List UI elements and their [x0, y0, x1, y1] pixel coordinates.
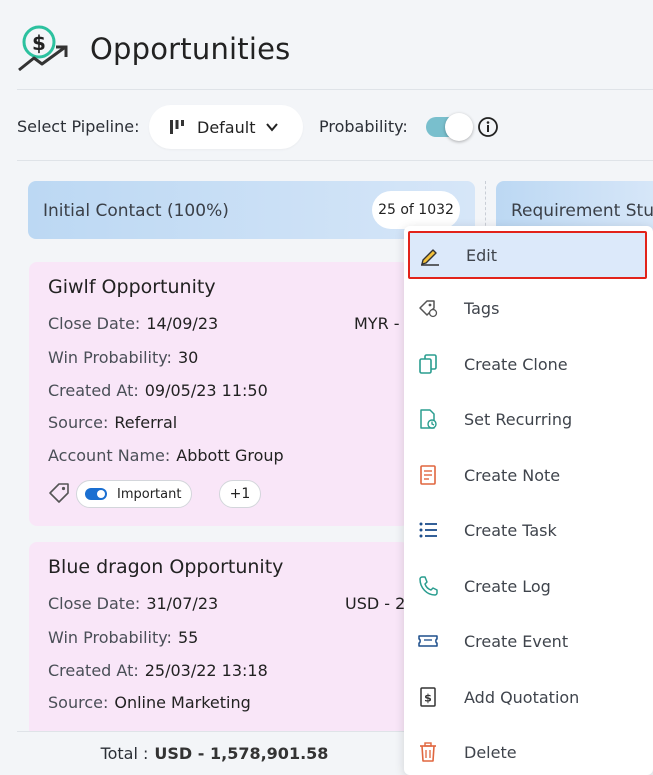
- menu-item-label: Tags: [464, 298, 500, 318]
- ticket-icon: [418, 635, 438, 647]
- opportunities-logo-icon: $: [18, 25, 68, 72]
- toggle-knob: [445, 113, 473, 141]
- pipeline-select[interactable]: Default: [149, 105, 303, 149]
- menu-item-create-log[interactable]: Create Log: [404, 562, 653, 610]
- menu-item-label: Create Log: [464, 576, 551, 596]
- svg-text:$: $: [424, 692, 432, 705]
- phone-icon: [419, 576, 438, 596]
- win-probability-row: Win Probability: 30: [48, 348, 199, 367]
- probability-toggle[interactable]: [426, 113, 473, 141]
- clone-icon: [419, 354, 437, 374]
- account-name-row: Account Name: Abbott Group: [48, 446, 284, 465]
- source-row: Source: Online Marketing: [48, 693, 251, 712]
- column-count-badge: 25 of 1032: [372, 191, 460, 229]
- card-context-menu: Edit Tags Create Clone Set Recurring Cre…: [404, 226, 653, 775]
- menu-item-create-event[interactable]: Create Event: [404, 617, 653, 665]
- tags-icon: [419, 300, 438, 318]
- opportunity-card[interactable]: Giwlf Opportunity Close Date: 14/09/23 MY…: [29, 262, 409, 526]
- menu-item-label: Create Clone: [464, 354, 568, 374]
- probability-label: Probability:: [319, 117, 408, 136]
- created-at-row: Created At: 25/03/22 13:18: [48, 661, 268, 680]
- created-at-row: Created At: 09/05/23 11:50: [48, 381, 268, 400]
- note-icon: [420, 465, 436, 485]
- total-value: USD - 1,578,901.58: [154, 744, 329, 763]
- quotation-icon: $: [420, 687, 436, 707]
- menu-item-label: Edit: [466, 245, 497, 265]
- menu-item-label: Add Quotation: [464, 687, 580, 707]
- menu-item-label: Delete: [464, 742, 517, 762]
- close-date-row: Close Date: 14/09/23: [48, 314, 219, 333]
- opportunity-card[interactable]: Blue dragon Opportunity Close Date: 31/07…: [29, 542, 409, 742]
- menu-item-create-clone[interactable]: Create Clone: [404, 340, 653, 388]
- close-date-row: Close Date: 31/07/23: [48, 594, 219, 613]
- menu-item-add-quotation[interactable]: $ Add Quotation: [404, 673, 653, 721]
- card-amount: USD - 2: [345, 594, 406, 613]
- tag-toggle-icon: [85, 488, 107, 500]
- menu-item-label: Create Event: [464, 631, 569, 651]
- menu-item-label: Set Recurring: [464, 409, 573, 429]
- menu-item-delete[interactable]: Delete: [404, 728, 653, 775]
- column-separator: [485, 181, 486, 231]
- menu-item-edit[interactable]: Edit: [408, 231, 647, 279]
- tag-icon: [49, 483, 69, 503]
- more-tags-button[interactable]: +1: [219, 480, 261, 508]
- pipeline-selected-value: Default: [197, 117, 256, 137]
- tag-label: Important: [117, 486, 182, 502]
- task-icon: [419, 522, 437, 538]
- win-probability-row: Win Probability: 55: [48, 628, 199, 647]
- menu-item-tags[interactable]: Tags: [404, 284, 653, 332]
- column-name: Initial Contact (100%): [43, 201, 229, 221]
- tag-important[interactable]: Important: [76, 480, 193, 508]
- menu-item-create-task[interactable]: Create Task: [404, 506, 653, 554]
- trash-icon: [420, 742, 436, 762]
- svg-text:$: $: [32, 31, 46, 55]
- source-row: Source: Referral: [48, 413, 178, 432]
- menu-item-label: Create Task: [464, 520, 557, 540]
- card-title: Blue dragon Opportunity: [48, 556, 284, 578]
- header-divider: [17, 89, 653, 90]
- pipeline-label: Select Pipeline:: [17, 117, 140, 136]
- total-footer: Total : USD - 1,578,901.58: [17, 731, 412, 775]
- toolbar-divider: [17, 160, 653, 161]
- pipeline-icon: [170, 120, 184, 134]
- card-amount: MYR -: [354, 314, 400, 333]
- pencil-icon: [421, 249, 439, 266]
- menu-item-label: Create Note: [464, 465, 561, 485]
- total-label: Total :: [100, 744, 149, 763]
- menu-item-set-recurring[interactable]: Set Recurring: [404, 395, 653, 443]
- page-title: Opportunities: [90, 32, 291, 66]
- info-icon[interactable]: [477, 116, 499, 138]
- chevron-down-icon: [266, 123, 279, 132]
- menu-item-create-note[interactable]: Create Note: [404, 451, 653, 499]
- page-header: $ Opportunities: [0, 0, 653, 100]
- card-title: Giwlf Opportunity: [48, 276, 216, 298]
- column-name: Requirement Stu: [511, 201, 653, 221]
- recurring-icon: [420, 409, 437, 429]
